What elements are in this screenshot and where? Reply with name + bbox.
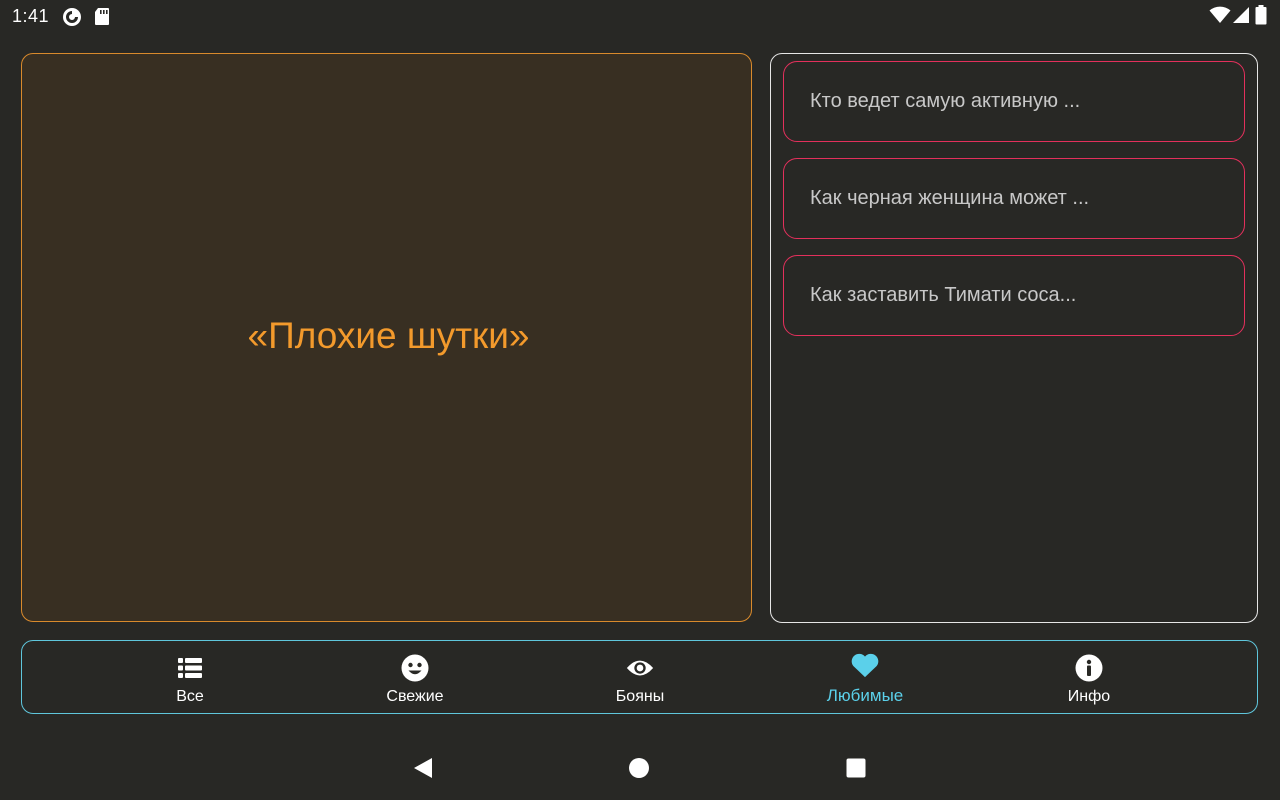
battery-icon [1255, 5, 1267, 30]
list-item[interactable]: Как заставить Тимати соса... [783, 255, 1245, 336]
nav-label-favorites: Любимые [826, 686, 904, 705]
nav-item-info[interactable]: Инфо [1019, 641, 1159, 713]
list-item-label: Как черная женщина может ... [810, 187, 1090, 209]
main-card-title: «Плохие шутки» [247, 314, 530, 356]
status-time: 1:41 [12, 6, 50, 26]
wifi-icon [1209, 6, 1231, 29]
nav-item-favorites[interactable]: Любимые [795, 641, 935, 713]
nav-item-fresh[interactable]: Свежие [345, 641, 485, 713]
heart-icon [851, 651, 879, 679]
status-bar: 1:41 [0, 0, 1280, 32]
list-item-label: Кто ведет самую активную ... [810, 90, 1081, 112]
list-icon [176, 654, 204, 682]
nav-label-all: Все [176, 688, 204, 705]
cell-signal-icon [1232, 6, 1250, 29]
list-item[interactable]: Кто ведет самую активную ... [783, 61, 1245, 142]
list-item-label: Как заставить Тимати соса... [810, 284, 1077, 306]
pocket-casts-icon [62, 7, 82, 32]
sd-card-icon [94, 7, 110, 31]
app-screen: 1:41 «Плохие шутки» Кто ведет самую акти… [0, 0, 1280, 800]
nav-item-all[interactable]: Все [120, 641, 260, 713]
nav-item-reposts[interactable]: Бояны [570, 641, 710, 713]
recents-icon[interactable] [846, 758, 866, 783]
joke-list-panel: Кто ведет самую активную ... Как черная … [770, 53, 1258, 623]
home-icon[interactable] [628, 757, 650, 784]
list-item[interactable]: Как черная женщина может ... [783, 158, 1245, 239]
nav-label-reposts: Бояны [615, 688, 665, 705]
eye-icon [626, 654, 654, 682]
nav-label-info: Инфо [1067, 688, 1111, 705]
info-icon [1075, 654, 1103, 682]
bottom-navigation: Все Свежие Бояны Любимые Инфо [21, 640, 1258, 714]
back-icon[interactable] [413, 757, 433, 784]
main-card[interactable]: «Плохие шутки» [21, 53, 752, 622]
nav-label-fresh: Свежие [386, 688, 444, 705]
smiley-icon [401, 654, 429, 682]
